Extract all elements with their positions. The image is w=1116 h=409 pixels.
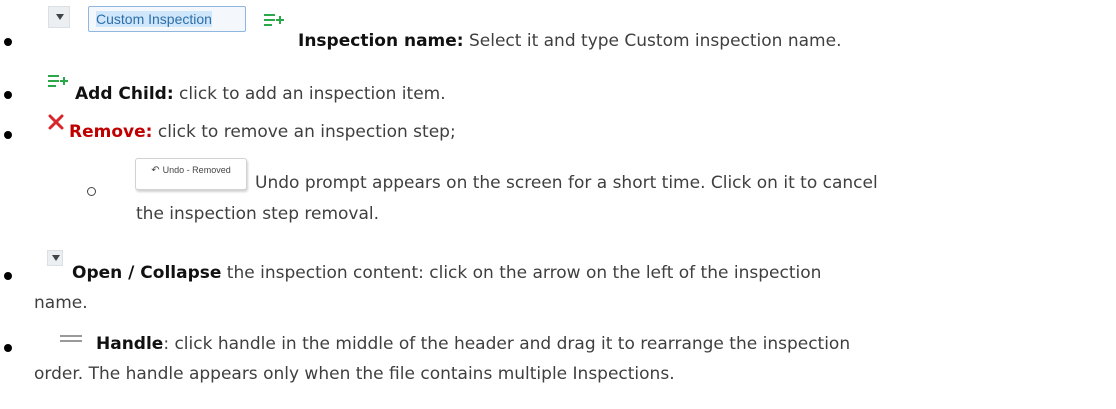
term-open-collapse: Open / Collapse: [72, 263, 222, 283]
item-text: Remove: click to remove an inspection st…: [69, 121, 456, 143]
bullet: [4, 131, 12, 139]
inspection-name-value: Custom Inspection: [96, 11, 212, 27]
bullet: [4, 91, 12, 99]
term-handle: Handle: [96, 334, 164, 354]
desc-inspection-name: Select it and type Custom inspection nam…: [463, 31, 842, 51]
desc-remove: click to remove an inspection step;: [152, 122, 456, 142]
desc-handle-1: : click handle in the middle of the head…: [163, 334, 851, 354]
desc-undo-2: the inspection step removal.: [136, 204, 380, 224]
desc-undo-1: Undo prompt appears on the screen for a …: [255, 173, 878, 193]
bullet: [4, 344, 12, 352]
chevron-down-icon: [56, 14, 64, 20]
add-child-icon[interactable]: [47, 72, 69, 90]
close-icon[interactable]: [47, 113, 65, 131]
sub-bullet: [87, 187, 96, 196]
term-inspection-name: Inspection name:: [298, 31, 464, 51]
collapse-arrow-button[interactable]: [47, 250, 63, 266]
handle-line-2: order. The handle appears only when the …: [34, 363, 675, 385]
undo-text-line-1: Undo prompt appears on the screen for a …: [255, 172, 878, 194]
term-add-child: Add Child:: [75, 84, 174, 104]
open-collapse-line-2: name.: [34, 292, 88, 314]
undo-icon: ↶: [151, 165, 160, 176]
undo-removed-button[interactable]: ↶ Undo - Removed: [135, 158, 247, 190]
term-remove: Remove:: [69, 122, 153, 142]
drag-handle-icon[interactable]: [60, 335, 82, 344]
help-document: Custom Inspection Inspection name: Selec…: [0, 0, 1116, 409]
desc-add-child: click to add an inspection item.: [173, 84, 446, 104]
handle-line-1: Handle: click handle in the middle of th…: [96, 333, 850, 355]
item-text: Add Child: click to add an inspection it…: [75, 83, 446, 105]
open-collapse-line-1: Open / Collapse the inspection content: …: [72, 262, 821, 284]
item-text: Inspection name: Select it and type Cust…: [298, 30, 841, 52]
undo-text-line-2: the inspection step removal.: [136, 203, 379, 225]
inspection-name-input[interactable]: Custom Inspection: [88, 6, 246, 32]
desc-open-collapse-1: the inspection content: click on the arr…: [221, 263, 822, 283]
undo-button-label: Undo - Removed: [162, 165, 231, 175]
desc-open-collapse-2: name.: [34, 293, 88, 313]
bullet: [4, 272, 12, 280]
desc-handle-2: order. The handle appears only when the …: [34, 364, 675, 384]
chevron-down-icon: [52, 255, 60, 261]
collapse-arrow-button[interactable]: [48, 6, 70, 28]
add-child-icon[interactable]: [263, 11, 285, 29]
bullet: [4, 38, 12, 46]
